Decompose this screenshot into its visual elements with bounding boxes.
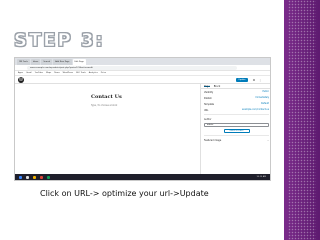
decorative-side-strip [284, 0, 320, 240]
folder-icon[interactable] [33, 175, 36, 179]
browser-screenshot: DM Tools Inbox Search Add New Page Edit … [14, 57, 271, 181]
bookmark-item[interactable]: News [54, 71, 59, 75]
wordpress-logo-icon[interactable]: W [18, 77, 24, 83]
page-title[interactable]: Contact Us [91, 94, 122, 100]
more-options-icon[interactable]: ⋮ [258, 78, 262, 82]
app-icon[interactable] [47, 175, 50, 179]
clock: 10:15 AM [256, 176, 267, 178]
divider [204, 135, 269, 136]
row-value-link[interactable]: Immediately [255, 96, 269, 100]
row-label: Publish [204, 96, 212, 100]
sidebar-row-url: URL example.com/contact-us [201, 107, 270, 113]
row-value-link[interactable]: Public [263, 90, 269, 94]
trash-button[interactable]: Move to trash [223, 129, 250, 133]
tab-page[interactable]: Page [204, 85, 210, 88]
tab-block[interactable]: Block [214, 85, 220, 88]
bookmark-item[interactable]: Drive [101, 71, 106, 75]
author-select[interactable]: admin [204, 123, 269, 127]
settings-gear-icon[interactable]: ⚙ [252, 78, 256, 82]
bookmark-item[interactable]: Maps [46, 71, 51, 75]
bookmark-item[interactable]: YouTube [35, 71, 43, 75]
editor-canvas: Contact Us Type / to choose a block [15, 84, 200, 176]
search-icon[interactable] [26, 175, 29, 179]
bookmark-item[interactable]: WordPress [63, 71, 73, 75]
divider [204, 114, 269, 115]
browser-tab-bar: DM Tools Inbox Search Add New Page Edit … [15, 58, 270, 65]
sidebar-row: Author [201, 116, 270, 122]
sidebar-section[interactable]: Featured image ⌄ [201, 137, 270, 143]
author-label: Author [204, 117, 212, 121]
url-link[interactable]: example.com/contact-us [242, 108, 269, 112]
row-label: Visibility [204, 90, 214, 94]
bookmark-item[interactable]: Gmail [26, 71, 32, 75]
row-value-link[interactable]: Default [261, 102, 269, 106]
url-input[interactable]: www.example.com/wp-admin/post.php?post=1… [27, 66, 237, 70]
row-label: Template [204, 102, 214, 106]
browser-icon[interactable] [40, 175, 43, 179]
section-label: Featured image [204, 138, 222, 142]
start-icon[interactable] [19, 175, 22, 179]
os-taskbar: 10:15 AM [15, 174, 270, 180]
slide-caption: Click on URL-> optimize your url->Update [40, 189, 209, 198]
bookmark-item[interactable]: Analytics [89, 71, 98, 75]
row-label: URL [204, 108, 209, 112]
chevron-down-icon: ⌄ [267, 138, 269, 142]
update-button[interactable]: Update [236, 78, 248, 82]
bookmark-item[interactable]: SEO Tools [76, 71, 86, 75]
settings-sidebar: Page Block Visibility Public Publish Imm… [200, 84, 270, 176]
slide-title: STEP 3: [14, 30, 105, 52]
bookmark-item[interactable]: Apps [18, 71, 23, 75]
editor-toolbar: W Update ⚙ ⋮ [15, 76, 270, 84]
block-placeholder[interactable]: Type / to choose a block [91, 104, 117, 107]
dot-pattern [288, 0, 316, 240]
